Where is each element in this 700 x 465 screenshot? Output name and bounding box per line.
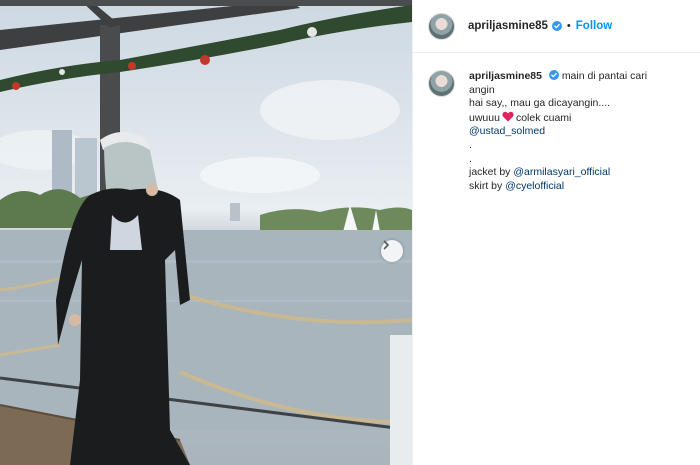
skirt-credit-label: skirt by <box>469 179 503 192</box>
verified-badge-icon <box>548 70 559 80</box>
caption-dot-2: . <box>469 152 472 165</box>
caption-avatar[interactable] <box>428 70 455 97</box>
jacket-credit-label: jacket by <box>469 166 511 179</box>
mention-armilasyari[interactable]: @armilasyari_official <box>513 166 610 178</box>
chevron-right-icon <box>383 240 389 250</box>
photo-scene <box>0 0 412 465</box>
caption-text: apriljasmine85 main di pantai cari angin <box>469 70 688 97</box>
caption-skirt-line: skirt by @cyelofficial <box>469 180 688 194</box>
post-photo[interactable] <box>0 0 412 465</box>
caption-username[interactable]: apriljasmine85 <box>469 70 542 82</box>
caption-line-3: hai say,, mau ga dicayangin.... <box>469 97 611 110</box>
caption-line-4: uwuuu colek cuami <box>469 111 688 126</box>
header-separator: • <box>566 20 571 32</box>
author-avatar[interactable] <box>428 12 455 40</box>
pane-divider <box>412 0 413 465</box>
post-caption: apriljasmine85 main di pantai cari angin… <box>428 70 688 193</box>
caption-line-2: angin <box>469 83 495 96</box>
caption-jacket-line: jacket by @armilasyari_official <box>469 166 688 180</box>
caption-line-4-pre: uwuuu <box>469 111 500 124</box>
red-heart-icon <box>502 111 514 122</box>
caption-line-4-post: colek cuami <box>515 111 572 124</box>
caption-lines: hai say,, mau ga dicayangin.... uwuuu co… <box>469 97 688 193</box>
verified-badge-icon <box>551 21 562 31</box>
mention-ustad-solmed[interactable]: @ustad_solmed <box>469 125 545 137</box>
author-username[interactable]: apriljasmine85 <box>468 20 548 32</box>
caption-line-1: main di pantai cari <box>561 70 648 82</box>
caption-dot-1: . <box>469 138 472 151</box>
follow-button[interactable]: Follow <box>576 20 612 32</box>
post-header: apriljasmine85 • Follow <box>413 0 700 53</box>
carousel-next-button[interactable] <box>381 240 403 262</box>
mention-cyelofficial[interactable]: @cyelofficial <box>505 180 564 192</box>
